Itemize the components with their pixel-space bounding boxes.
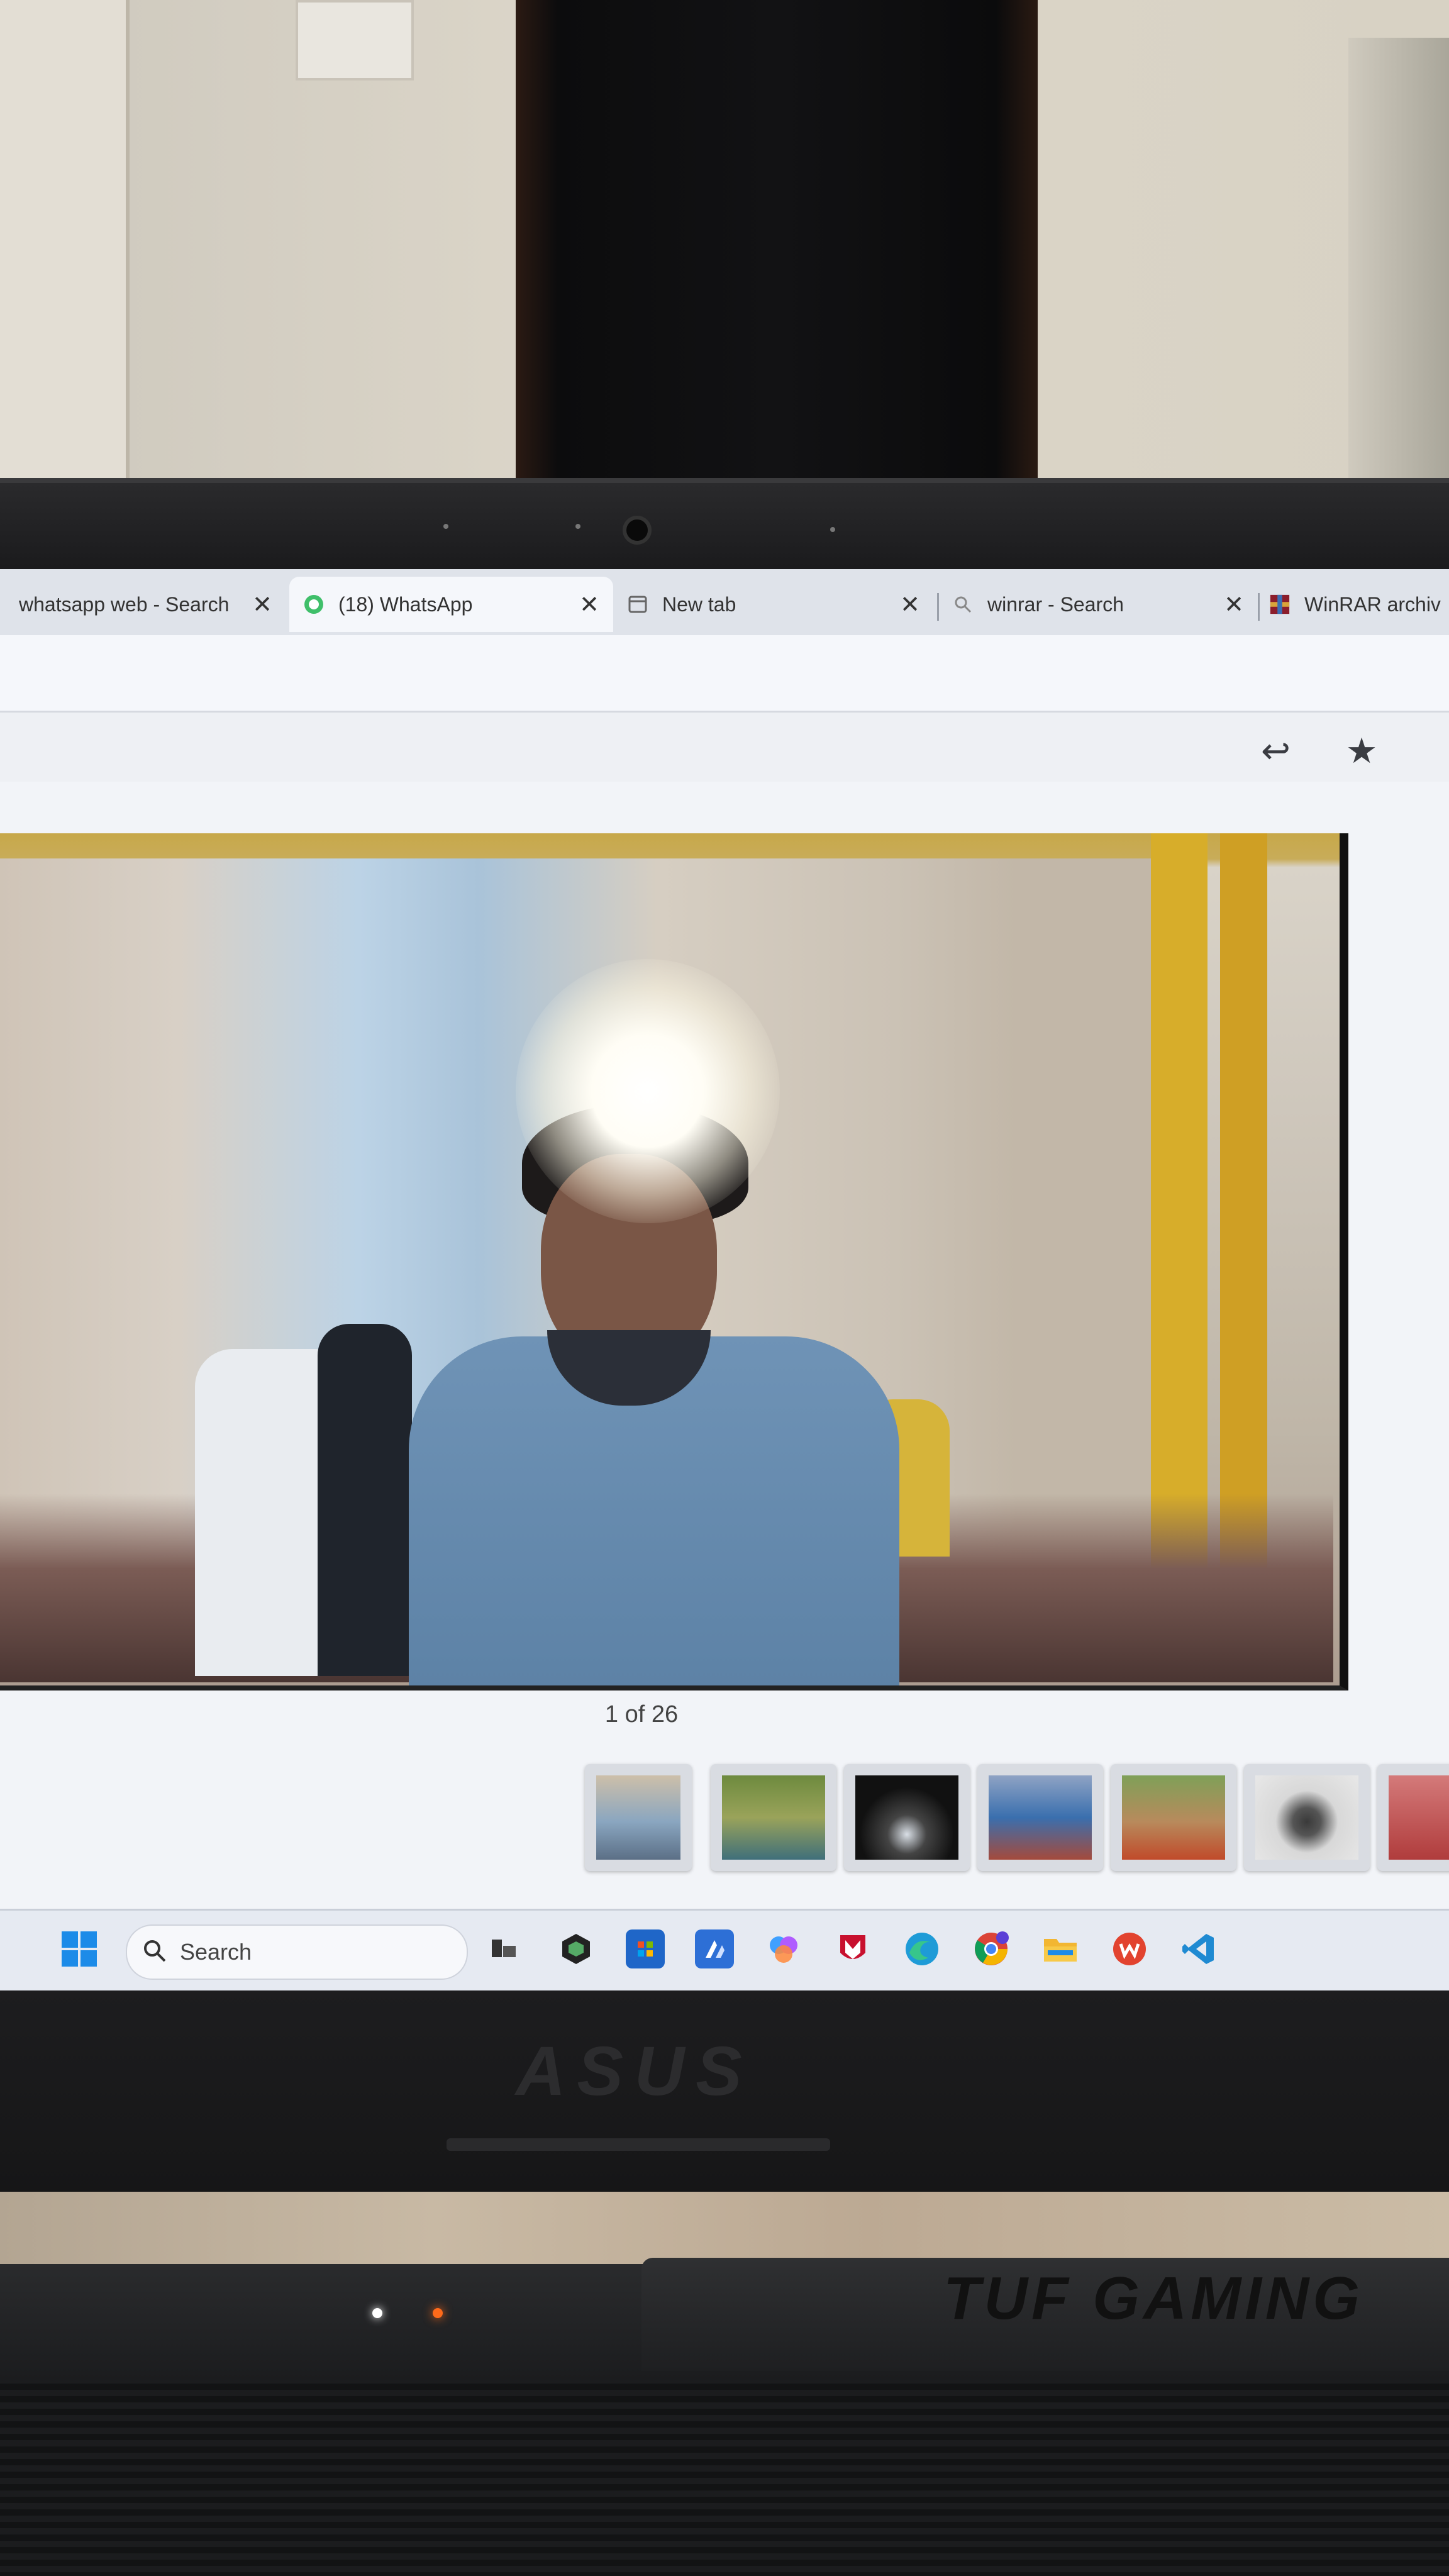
laptop-screen: whatsapp web - Search ✕ (18) WhatsApp ✕ … <box>0 569 1449 1990</box>
media-counter: 1 of 26 <box>604 1701 679 1728</box>
tab-new-tab[interactable]: New tab ✕ <box>619 577 934 632</box>
person-edge <box>1348 38 1449 503</box>
tab-separator <box>1258 593 1260 621</box>
tab-winrar-archive[interactable]: WinRAR archiv <box>1264 577 1449 632</box>
tab-winrar-search[interactable]: winrar - Search ✕ <box>943 577 1258 632</box>
search-icon <box>952 594 974 615</box>
whatsapp-icon <box>303 594 325 615</box>
vscode-icon[interactable] <box>1179 1929 1218 1968</box>
tab-title: (18) WhatsApp <box>338 592 473 616</box>
sensor-dot <box>443 524 448 529</box>
tab-title: New tab <box>662 592 736 616</box>
door-left <box>0 0 130 491</box>
search-icon <box>142 1938 167 1967</box>
tab-title: whatsapp web - Search <box>19 592 230 616</box>
close-icon[interactable]: ✕ <box>900 591 920 619</box>
new-tab-icon <box>627 594 648 615</box>
winrar-icon <box>1269 594 1291 615</box>
reply-icon[interactable]: ↩ <box>1261 730 1291 772</box>
taskbar-search[interactable]: Search <box>126 1924 468 1980</box>
edge-icon[interactable] <box>902 1929 941 1968</box>
webcam <box>623 516 652 545</box>
tab-whatsapp-web-search[interactable]: whatsapp web - Search ✕ <box>0 577 286 632</box>
app-icon[interactable] <box>695 1929 734 1968</box>
screen-glare <box>516 959 780 1223</box>
laptop-lid-brand: ASUS <box>516 2033 753 2110</box>
tab-title: winrar - Search <box>987 592 1124 616</box>
laptop-grille <box>0 2377 1449 2576</box>
desk-surface <box>0 2192 1449 2267</box>
microsoft-store-icon[interactable] <box>626 1929 665 1968</box>
tab-whatsapp[interactable]: (18) WhatsApp ✕ <box>289 577 613 632</box>
thumbnail[interactable] <box>1377 1764 1449 1871</box>
sensor-dot <box>575 524 580 529</box>
app-icon[interactable] <box>557 1929 596 1968</box>
browser-tab-strip: whatsapp web - Search ✕ (18) WhatsApp ✕ … <box>0 569 1449 635</box>
close-icon[interactable]: ✕ <box>1224 591 1244 619</box>
tab-title: WinRAR archiv <box>1304 592 1441 616</box>
copilot-icon[interactable] <box>764 1929 803 1968</box>
sensor-dot <box>830 527 835 532</box>
windows-taskbar: Search <box>0 1909 1449 1990</box>
browser-toolbar <box>0 635 1449 713</box>
thumbnail-image <box>1122 1775 1225 1860</box>
wps-office-icon[interactable] <box>1110 1929 1149 1968</box>
dark-doorway <box>516 0 1038 497</box>
close-icon[interactable]: ✕ <box>252 591 272 619</box>
thumbnail-image <box>1389 1775 1449 1860</box>
laptop-base-brand: TUF GAMING <box>943 2265 1363 2332</box>
media-viewer-toolbar: ↩ ★ <box>0 713 1449 782</box>
media-photo[interactable] <box>0 833 1348 1690</box>
thumbnail[interactable] <box>1111 1764 1236 1871</box>
thumbnail[interactable] <box>1244 1764 1370 1871</box>
power-led <box>372 2308 382 2318</box>
thumbnail-image <box>1255 1775 1358 1860</box>
file-explorer-icon[interactable] <box>1041 1929 1080 1968</box>
windows-start-icon[interactable] <box>60 1929 99 1968</box>
thumbnail[interactable] <box>844 1764 970 1871</box>
thumbnail[interactable] <box>977 1764 1103 1871</box>
star-icon[interactable]: ★ <box>1346 730 1377 772</box>
wall-switch <box>296 0 414 80</box>
laptop-top-bezel <box>0 478 1449 584</box>
thumbnail-image <box>596 1775 680 1860</box>
thumbnail[interactable] <box>711 1764 836 1871</box>
bystander <box>318 1324 412 1676</box>
close-icon[interactable]: ✕ <box>579 591 599 619</box>
chrome-icon[interactable] <box>972 1929 1011 1968</box>
charge-led <box>433 2308 443 2318</box>
task-view-icon[interactable] <box>484 1929 523 1968</box>
room-background <box>0 0 1449 503</box>
thumbnail-image <box>855 1775 958 1860</box>
search-label: Search <box>180 1939 252 1965</box>
thumbnail-strip <box>585 1764 1449 1871</box>
thumbnail[interactable] <box>585 1764 692 1871</box>
thumbnail-image <box>989 1775 1092 1860</box>
laptop-hinge <box>447 2138 830 2151</box>
mcafee-icon[interactable] <box>833 1929 872 1968</box>
thumbnail-image <box>722 1775 825 1860</box>
tab-separator <box>937 593 939 621</box>
